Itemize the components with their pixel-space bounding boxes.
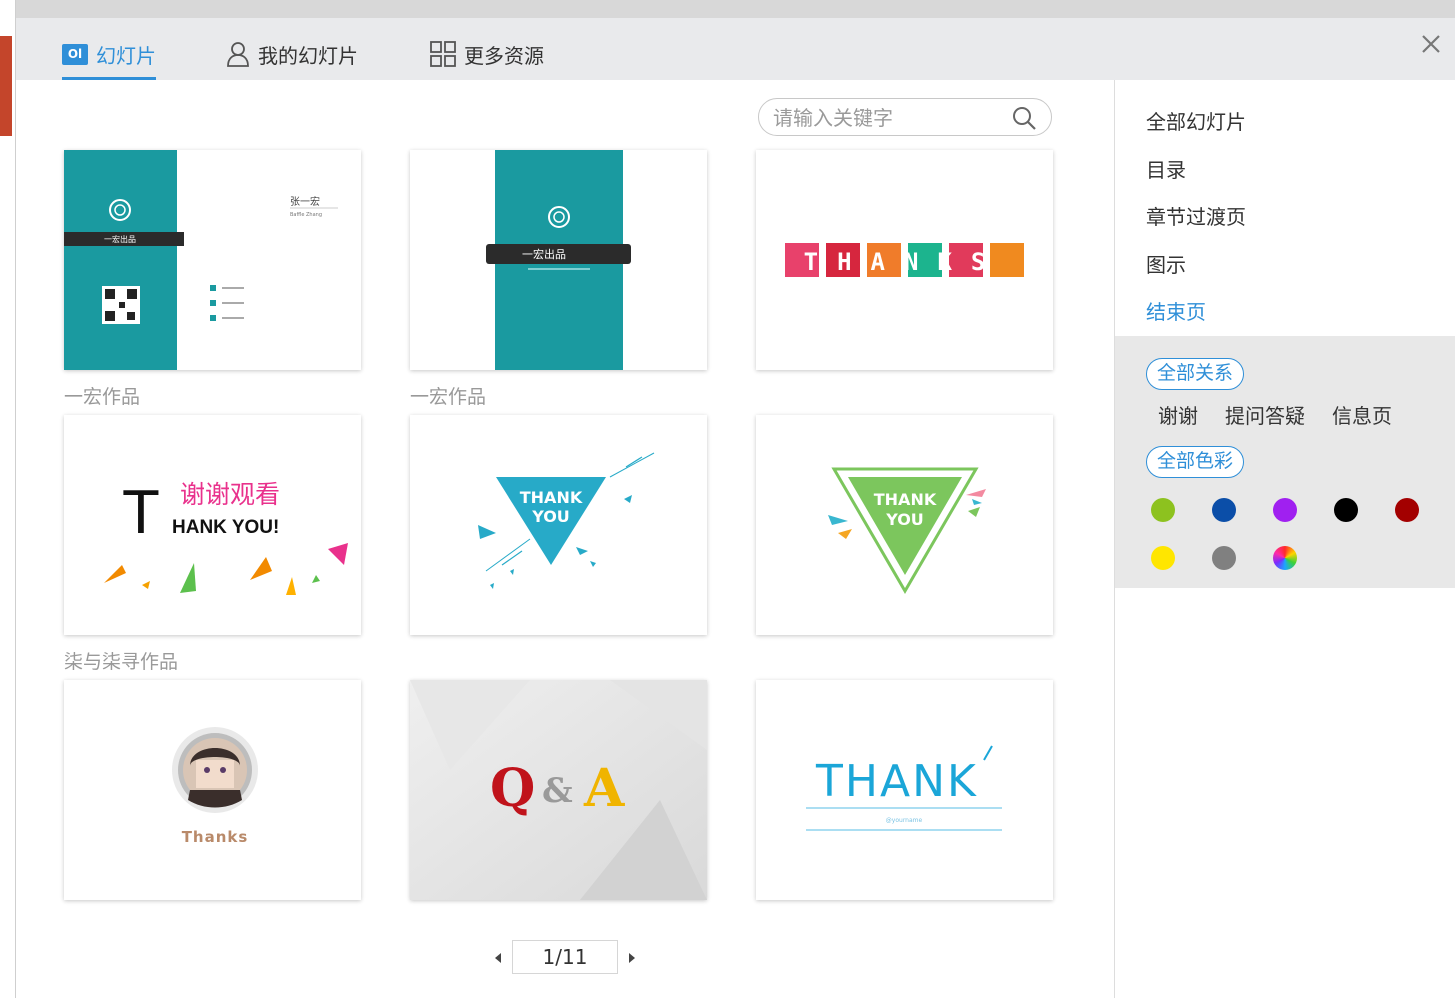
pagination: 1/11 <box>488 940 648 976</box>
card-4-big-t: T <box>122 478 160 547</box>
grid-icon <box>430 41 456 67</box>
filter-sidebar: 全部幻灯片 目录 章节过渡页 图示 结束页 全部关系 谢谢 提问答疑 信息页 全… <box>1114 80 1455 998</box>
card-author-2: 一宏作品 <box>410 386 487 408</box>
screen: Ol 幻灯片 我的幻灯片 更多资源 请输入关键字 一宏出品 张一宏 Baffle… <box>0 0 1455 998</box>
card-author-3: 柒与柒寻作品 <box>64 651 179 673</box>
category-diagram[interactable]: 图示 <box>1146 249 1186 278</box>
card-4-en-text: HANK YOU! <box>172 517 279 538</box>
page-indicator[interactable]: 1/11 <box>512 940 618 974</box>
color-swatch-yellow[interactable] <box>1151 546 1175 570</box>
template-card-9[interactable]: THANK @yourname <box>756 680 1053 900</box>
card-6-line2: YOU <box>885 510 924 529</box>
template-gallery: 一宏出品 张一宏 Baffle Zhang <box>16 80 1114 998</box>
card-5-line2: YOU <box>531 507 570 526</box>
color-swatch-black[interactable] <box>1334 498 1358 522</box>
relation-qa[interactable]: 提问答疑 <box>1225 400 1305 429</box>
background-window-edge <box>0 0 16 998</box>
category-ending-page[interactable]: 结束页 <box>1146 296 1206 325</box>
tab-slides-label: 幻灯片 <box>96 43 156 68</box>
slide-icon: Ol <box>62 43 88 65</box>
template-card-5[interactable]: THANK YOU <box>410 415 707 635</box>
template-card-2[interactable]: 一宏出品 <box>410 150 707 370</box>
card-author-1: 一宏作品 <box>64 386 141 408</box>
card-7-preview: Thanks <box>64 680 361 900</box>
next-page-icon[interactable] <box>622 948 642 968</box>
color-swatch-blue[interactable] <box>1212 498 1236 522</box>
color-swatch-gray[interactable] <box>1212 546 1236 570</box>
template-card-4[interactable]: T 谢谢观看 HANK YOU! <box>64 415 361 635</box>
card-9-preview: THANK @yourname <box>756 680 1053 900</box>
card-8-amp: & <box>542 771 573 811</box>
relation-thanks[interactable]: 谢谢 <box>1158 400 1198 429</box>
slide-library-dialog: Ol 幻灯片 我的幻灯片 更多资源 请输入关键字 一宏出品 张一宏 Baffle… <box>16 18 1455 998</box>
card-1-title: 一宏出品 <box>104 234 136 244</box>
tab-more-resources-label: 更多资源 <box>464 43 544 68</box>
template-card-7[interactable]: Thanks <box>64 680 361 900</box>
card-2-preview: 一宏出品 <box>410 150 707 370</box>
all-colors-pill[interactable]: 全部色彩 <box>1146 446 1245 478</box>
tab-slides[interactable]: Ol 幻灯片 <box>62 38 156 80</box>
card-7-label: Thanks <box>182 828 249 846</box>
tab-my-slides-label: 我的幻灯片 <box>258 43 358 68</box>
background-app-accent <box>0 36 12 136</box>
template-card-6[interactable]: THANK YOU <box>756 415 1053 635</box>
card-1-subname: Baffle Zhang <box>290 212 322 218</box>
tab-my-slides[interactable]: 我的幻灯片 <box>226 38 358 70</box>
card-8-a: A <box>583 758 625 819</box>
card-8-q: Q <box>490 758 535 819</box>
tab-more-resources[interactable]: 更多资源 <box>430 38 544 70</box>
relation-info-page[interactable]: 信息页 <box>1332 400 1392 429</box>
card-3-preview: THANKS <box>756 150 1053 370</box>
card-2-title: 一宏出品 <box>522 247 566 261</box>
filter-panel: 全部关系 谢谢 提问答疑 信息页 全部色彩 <box>1115 336 1455 588</box>
tab-bar: Ol 幻灯片 我的幻灯片 更多资源 <box>16 18 1455 80</box>
template-card-1[interactable]: 一宏出品 张一宏 Baffle Zhang <box>64 150 361 370</box>
user-icon <box>227 42 249 67</box>
card-5-preview: THANK YOU <box>410 415 707 635</box>
card-1-preview: 一宏出品 张一宏 Baffle Zhang <box>64 150 361 370</box>
template-card-3[interactable]: THANKS <box>756 150 1053 370</box>
category-section-transition[interactable]: 章节过渡页 <box>1146 201 1246 230</box>
card-9-subtext: @yourname <box>886 817 923 824</box>
card-5-line1: THANK <box>520 488 583 507</box>
card-1-name: 张一宏 <box>290 195 320 208</box>
card-6-line1: THANK <box>874 490 937 509</box>
card-4-preview: T 谢谢观看 HANK YOU! <box>64 415 361 635</box>
close-button[interactable] <box>1417 32 1445 60</box>
color-swatch-green[interactable] <box>1151 498 1175 522</box>
color-swatch-purple[interactable] <box>1273 498 1297 522</box>
color-swatch-red[interactable] <box>1395 498 1419 522</box>
template-card-8[interactable]: Q & A <box>410 680 707 900</box>
category-all-slides[interactable]: 全部幻灯片 <box>1146 106 1246 135</box>
card-9-thank-text: THANK <box>815 756 978 807</box>
search-input[interactable] <box>773 105 1003 131</box>
prev-page-icon[interactable] <box>488 948 508 968</box>
category-contents[interactable]: 目录 <box>1146 154 1186 183</box>
card-4-cn-text: 谢谢观看 <box>180 480 280 509</box>
search-icon[interactable] <box>1011 105 1037 131</box>
all-relations-pill[interactable]: 全部关系 <box>1146 358 1245 390</box>
card-6-preview: THANK YOU <box>756 415 1053 635</box>
card-3-thanks-text: THANKS <box>804 248 1005 276</box>
search-box <box>758 98 1052 136</box>
close-icon <box>1422 35 1440 53</box>
color-swatch-multicolor[interactable] <box>1273 546 1297 570</box>
card-8-preview: Q & A <box>410 680 707 900</box>
